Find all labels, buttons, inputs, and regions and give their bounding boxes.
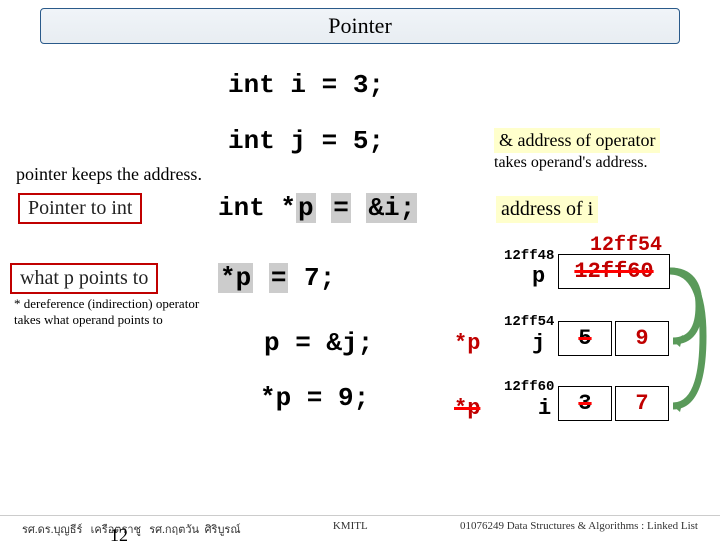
addr-i: 12ff60 [504, 379, 554, 395]
code-line-5: p = &j; [264, 328, 373, 358]
code-line-1: int i = 3; [228, 70, 384, 100]
cell-i-old: 3 [558, 386, 612, 421]
cell-p: 12ff60 [558, 254, 670, 289]
footer-right: 01076249 Data Structures & Algorithms : … [460, 520, 698, 538]
code-line-3: int *p = &i; [218, 193, 417, 223]
arrow-p-to-j [665, 256, 707, 361]
code-line-2: int j = 5; [228, 126, 384, 156]
i-old: 3 [578, 391, 591, 416]
code-line-6: *p = 9; [260, 383, 369, 413]
code-line-4: *p = 7; [218, 263, 335, 293]
p-old-val: 12ff60 [574, 259, 653, 284]
addr-j: 12ff54 [504, 314, 554, 330]
star-p-i: *p [454, 396, 480, 421]
page-title: Pointer [328, 13, 392, 38]
hint-takes-address: takes operand's address. [494, 154, 648, 172]
star-p-j: *p [454, 331, 480, 356]
hint-address-of-i: address of i [496, 196, 598, 223]
var-p: p [532, 264, 545, 289]
memory-diagram: 12ff48 p 12ff54 12ff60 *p 12ff54 j 5 9 *… [460, 246, 710, 466]
footer: รศ.ดร.บุญธีร์ เครือตราชู รศ.กฤตวัน ศิริบ… [0, 515, 720, 538]
j-old: 5 [578, 326, 591, 351]
var-i: i [538, 396, 551, 421]
hint-ampersand: & address of operator [494, 128, 660, 153]
hint-keeps: pointer keeps the address. [16, 164, 202, 185]
title-banner: Pointer [40, 8, 680, 44]
hint-dereference: * dereference (indirection) operator tak… [14, 296, 224, 327]
addr-p: 12ff48 [504, 248, 554, 264]
cell-j-old: 5 [558, 321, 612, 356]
cell-i-new: 7 [615, 386, 669, 421]
label-what-p-points-to: what p points to [10, 263, 158, 294]
page-number: 12 [110, 525, 128, 546]
label-pointer-to-int: Pointer to int [18, 193, 142, 224]
arrow-p-to-i [665, 256, 707, 426]
footer-mid: KMITL [333, 520, 368, 538]
var-j: j [532, 331, 545, 356]
cell-j-new: 9 [615, 321, 669, 356]
